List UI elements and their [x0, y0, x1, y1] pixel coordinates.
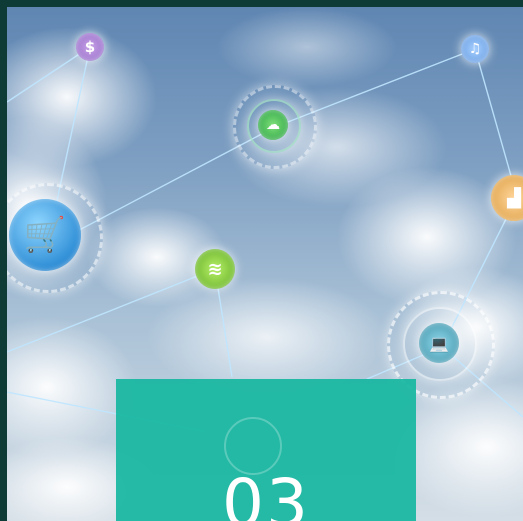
cloud-node: ☁ [233, 85, 317, 169]
step-panel: 03 [116, 379, 416, 521]
laptop-icon: 💻 [419, 323, 459, 363]
music-note-icon: ♫ [461, 35, 489, 63]
dollar-node: $ [70, 27, 110, 67]
network-sky-image: $ ♫ ☁ 🛒 ≋ ▟ 💻 03 [7, 7, 523, 521]
music-node: ♫ [457, 31, 493, 67]
step-number: 03 [222, 465, 310, 521]
bar-chart-icon: ▟ [491, 175, 523, 221]
dollar-icon: $ [76, 33, 104, 61]
shopping-cart-icon: 🛒 [9, 199, 81, 271]
cloud-icon: ☁ [258, 110, 288, 140]
wifi-icon: ≋ [195, 249, 235, 289]
wifi-node: ≋ [191, 245, 239, 293]
